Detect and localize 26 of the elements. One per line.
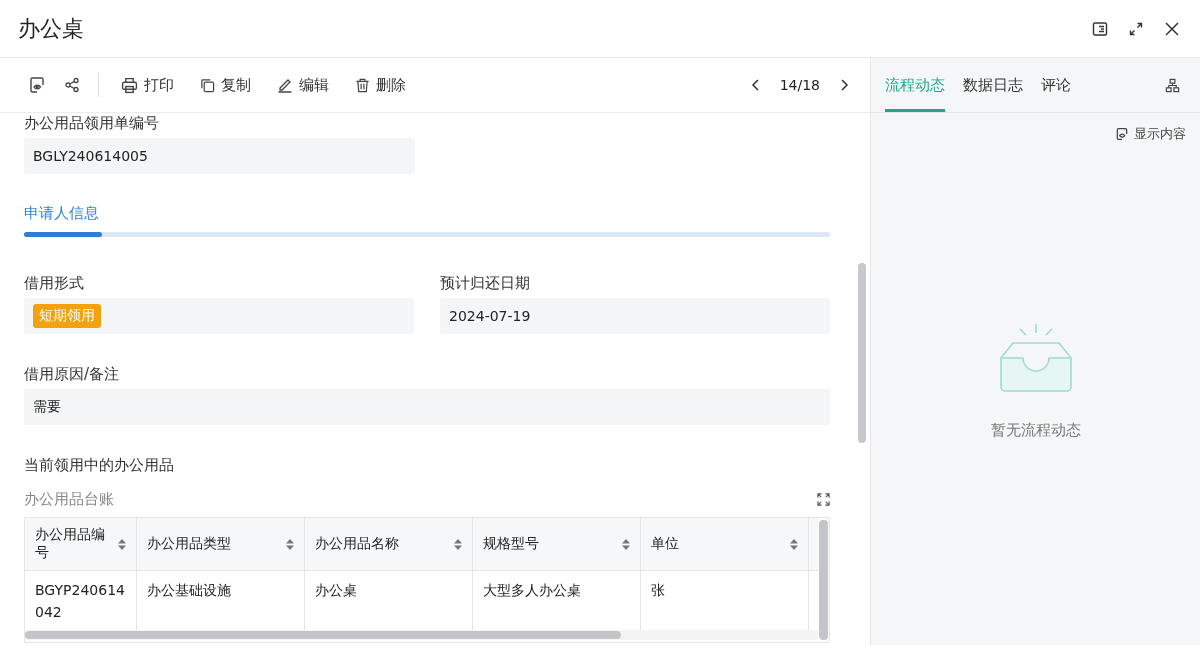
status-tag: 短期领用: [33, 304, 101, 328]
field-label: 办公用品领用单编号: [24, 113, 160, 133]
toolbar-button[interactable]: 删除: [351, 75, 410, 95]
section-title: 申请人信息: [24, 204, 100, 223]
column-header[interactable]: 单位: [641, 518, 809, 570]
field-label: 借用原因/备注: [24, 364, 121, 384]
empty-message: 暂无流程动态: [990, 421, 1081, 440]
date-field: 2024-07-19: [440, 298, 830, 334]
field-label: 当前领用中的办公用品: [24, 455, 175, 475]
field-label: 预计归还日期: [440, 273, 531, 293]
show-content-button[interactable]: 显示内容: [1115, 125, 1186, 143]
page-counter: 14/18: [779, 77, 820, 93]
tab[interactable]: 数据日志: [963, 61, 1023, 112]
column-header[interactable]: 办公用品编号: [25, 518, 137, 570]
column-header[interactable]: 规格型号: [473, 518, 641, 570]
tab[interactable]: 评论: [1041, 61, 1071, 112]
number-field: BGLY240614005: [24, 138, 415, 174]
toolbar-button[interactable]: 编辑: [273, 75, 333, 95]
toolbar-button[interactable]: 复制: [196, 75, 255, 95]
toolbar-button[interactable]: 打印: [117, 75, 178, 95]
column-header[interactable]: 办公用品类型: [137, 518, 305, 570]
column-header[interactable]: 办公用品名称: [305, 518, 473, 570]
field-label: 借用形式: [24, 273, 85, 293]
table-title: 办公用品台账: [24, 490, 114, 509]
window-title: 办公桌: [18, 14, 84, 43]
remark-field: 需要: [24, 389, 830, 425]
